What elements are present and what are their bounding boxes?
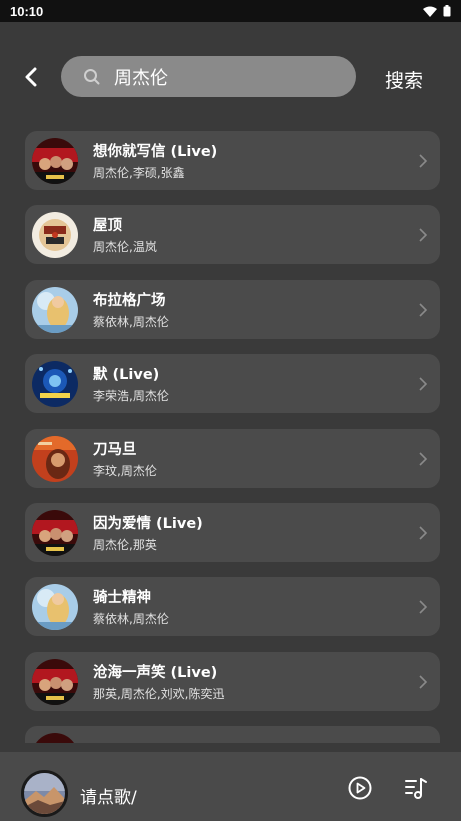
battery-icon xyxy=(443,5,451,17)
album-cover xyxy=(32,583,78,630)
search-row: 搜索 xyxy=(0,56,461,98)
song-artist: 李荣浩,周杰伦 xyxy=(93,389,169,403)
search-box[interactable] xyxy=(61,56,356,97)
album-cover xyxy=(32,211,78,258)
player-bar[interactable]: 请点歌/ xyxy=(0,752,461,821)
song-title: 因为爱情 (Live) xyxy=(93,516,203,532)
song-item[interactable]: 沧海一声笑 (Live) 那英,周杰伦,刘欢,陈奕迅 xyxy=(25,652,440,711)
song-title: 屋顶 xyxy=(93,218,122,234)
status-bar: 10:10 xyxy=(0,0,461,22)
chevron-right-icon xyxy=(419,525,428,540)
chevron-right-icon xyxy=(419,376,428,391)
song-item-partial[interactable] xyxy=(25,726,440,743)
song-item[interactable]: 想你就写信 (Live) 周杰伦,李硕,张鑫 xyxy=(25,131,440,190)
song-artist: 周杰伦,李硕,张鑫 xyxy=(93,166,185,180)
chevron-right-icon xyxy=(419,674,428,689)
album-cover xyxy=(32,360,78,407)
song-artist: 蔡依林,周杰伦 xyxy=(93,612,169,626)
album-cover xyxy=(32,732,78,743)
back-arrow-icon xyxy=(25,67,37,87)
song-item[interactable]: 默 (Live) 李荣浩,周杰伦 xyxy=(25,354,440,413)
song-artist: 周杰伦,那英 xyxy=(93,538,157,552)
song-item[interactable]: 布拉格广场 蔡依林,周杰伦 xyxy=(25,280,440,339)
search-button[interactable]: 搜索 xyxy=(385,66,423,93)
wifi-icon xyxy=(423,6,437,17)
song-artist: 周杰伦,温岚 xyxy=(93,240,157,254)
song-list: 想你就写信 (Live) 周杰伦,李硕,张鑫 屋顶 周杰伦,温岚 布拉格广场 蔡… xyxy=(25,131,440,743)
album-cover xyxy=(32,658,78,705)
album-cover xyxy=(32,435,78,482)
play-button[interactable] xyxy=(348,776,372,804)
chevron-right-icon xyxy=(419,451,428,466)
song-item[interactable]: 因为爱情 (Live) 周杰伦,那英 xyxy=(25,503,440,562)
chevron-right-icon xyxy=(419,227,428,242)
album-cover xyxy=(32,286,78,333)
song-title: 沧海一声笑 (Live) xyxy=(93,665,218,681)
song-title: 骑士精神 xyxy=(93,590,151,606)
song-title: 布拉格广场 xyxy=(93,293,166,309)
player-track-label: 请点歌/ xyxy=(80,788,137,808)
song-artist: 蔡依林,周杰伦 xyxy=(93,315,169,329)
status-icons xyxy=(423,5,451,17)
album-cover xyxy=(32,137,78,184)
chevron-right-icon xyxy=(419,599,428,614)
song-title: 想你就写信 (Live) xyxy=(93,144,218,160)
chevron-right-icon xyxy=(419,302,428,317)
back-button[interactable] xyxy=(20,64,42,90)
playlist-icon xyxy=(405,778,427,799)
song-artist: 那英,周杰伦,刘欢,陈奕迅 xyxy=(93,687,225,701)
chevron-right-icon xyxy=(419,153,428,168)
status-time: 10:10 xyxy=(10,3,44,19)
playlist-button[interactable] xyxy=(404,776,428,804)
song-item[interactable]: 屋顶 周杰伦,温岚 xyxy=(25,205,440,264)
play-circle-icon xyxy=(348,776,372,800)
song-title: 刀马旦 xyxy=(93,442,137,458)
search-icon xyxy=(84,68,100,84)
search-input[interactable] xyxy=(114,66,334,87)
song-artist: 李玟,周杰伦 xyxy=(93,464,157,478)
song-title: 默 (Live) xyxy=(93,367,160,383)
album-cover xyxy=(32,509,78,556)
song-item[interactable]: 骑士精神 蔡依林,周杰伦 xyxy=(25,577,440,636)
player-cover xyxy=(21,770,68,817)
song-item[interactable]: 刀马旦 李玟,周杰伦 xyxy=(25,429,440,488)
